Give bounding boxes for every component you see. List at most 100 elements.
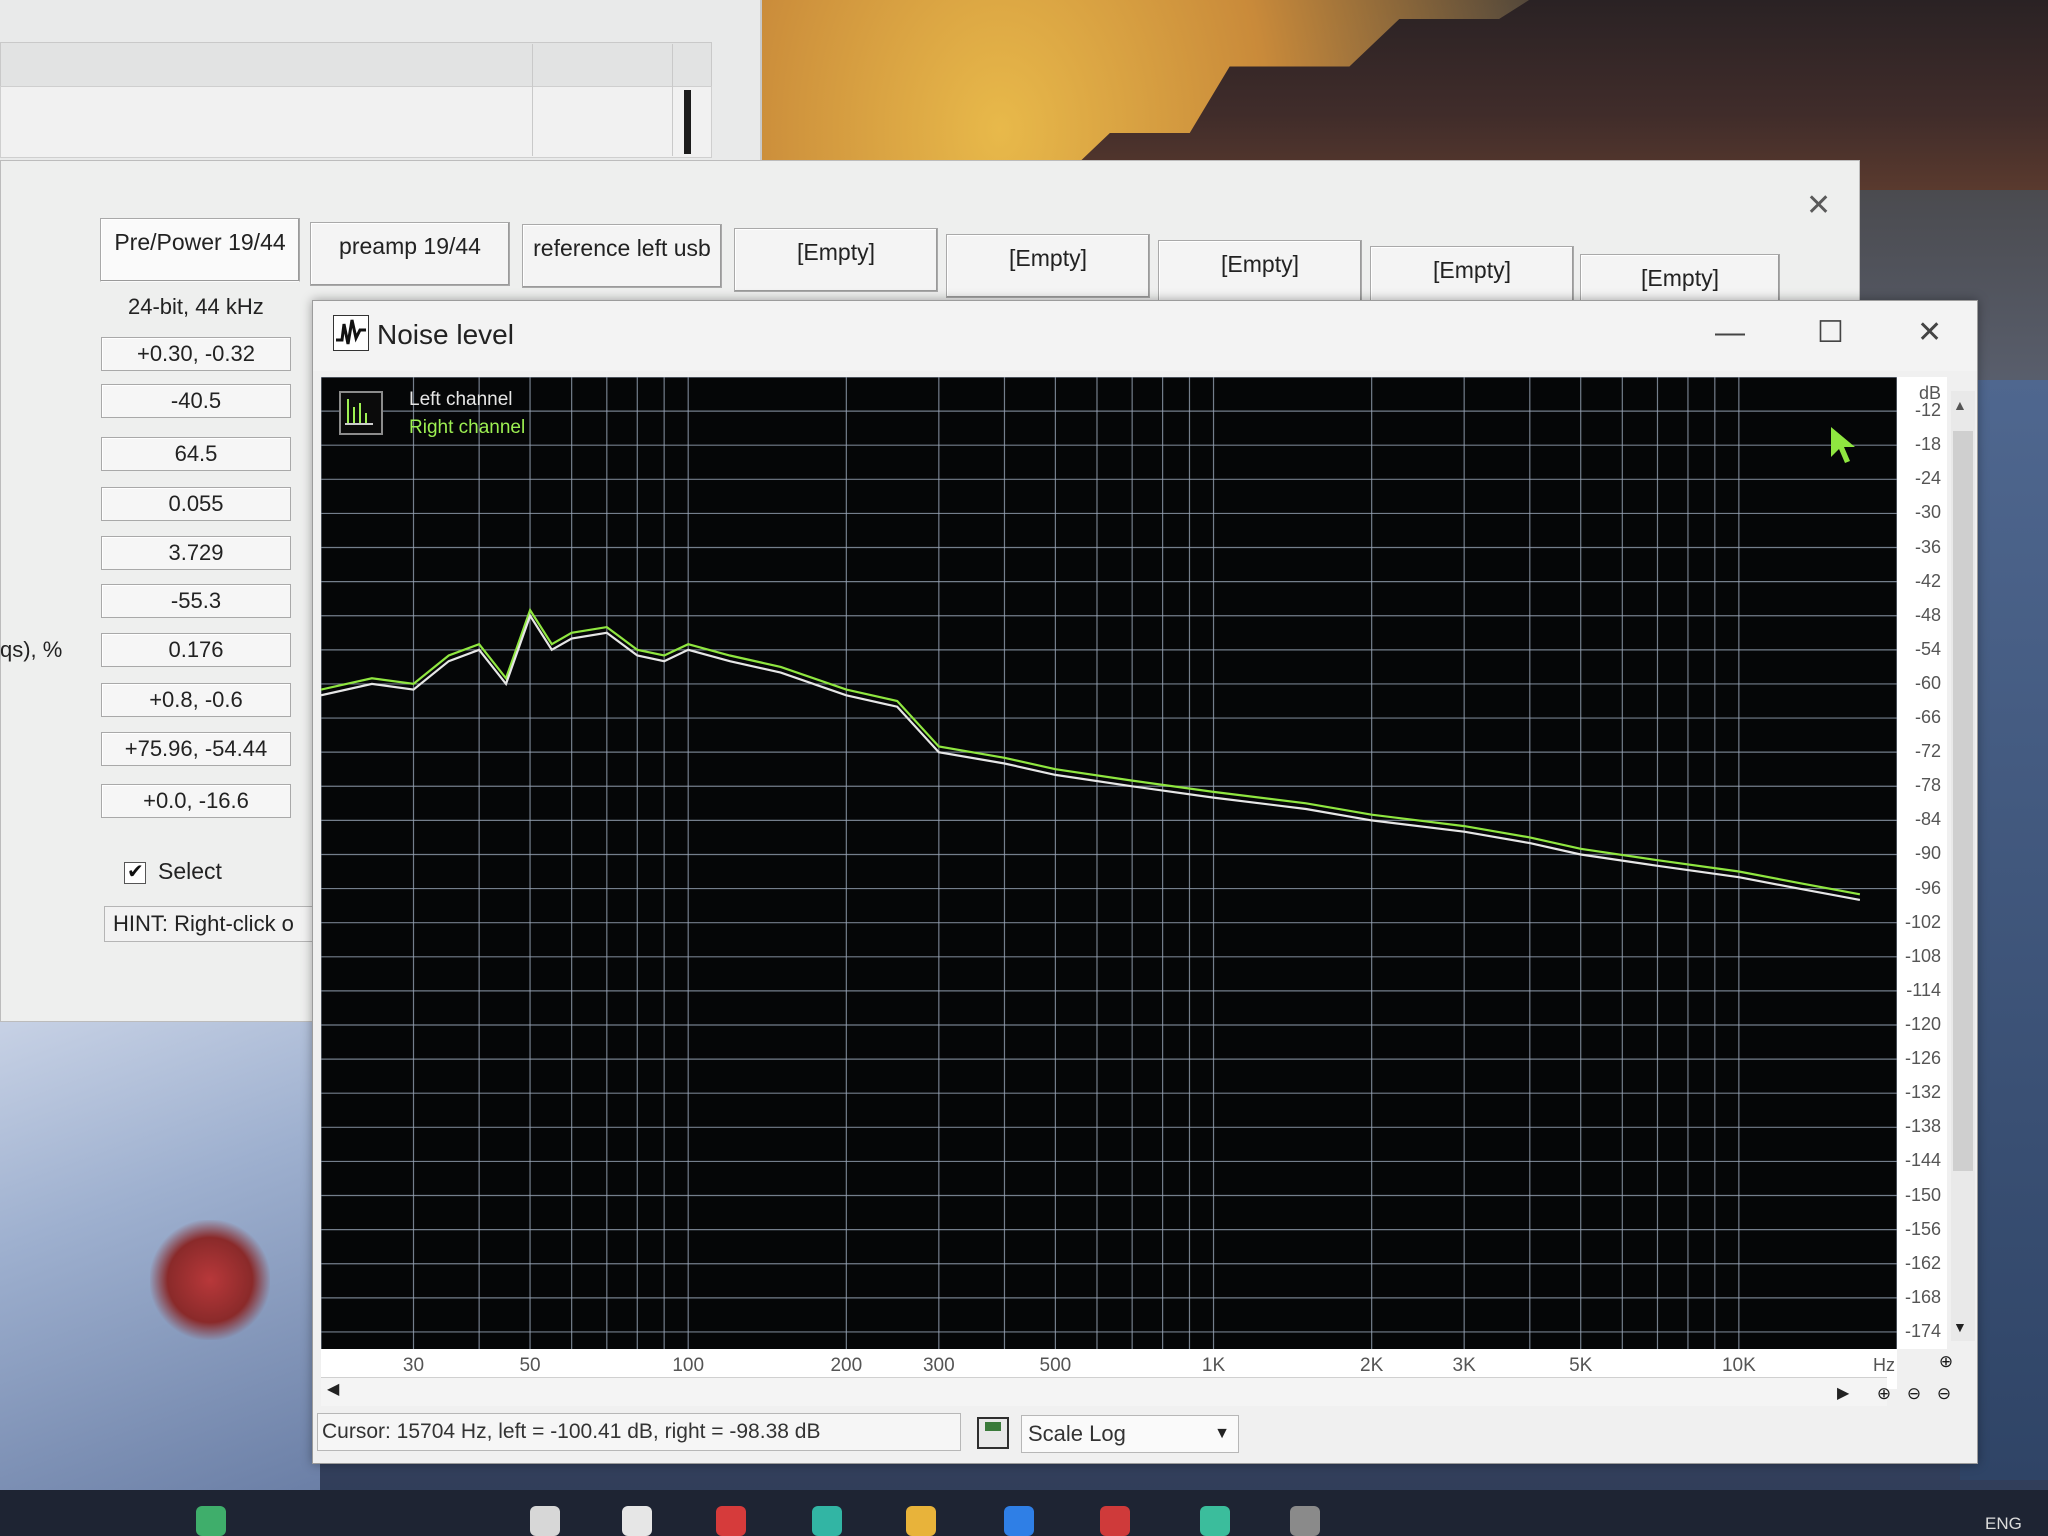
scroll-right-icon[interactable]: ▶ xyxy=(1837,1383,1849,1403)
checkbox-checked-icon[interactable] xyxy=(124,859,146,884)
tab-0[interactable]: Pre/Power 19/44 xyxy=(100,218,300,282)
column-divider xyxy=(532,44,533,156)
taskbar-app-icon[interactable] xyxy=(812,1506,842,1536)
background-row xyxy=(0,86,712,158)
y-tick-label: -30 xyxy=(1914,502,1941,523)
zoom-reset-icon[interactable]: ⊖ xyxy=(1933,1383,1955,1405)
scale-select[interactable]: Scale Log ▼ xyxy=(1021,1415,1239,1453)
cursor-readout: Cursor: 15704 Hz, left = -100.41 dB, rig… xyxy=(317,1413,961,1451)
y-tick-label: -132 xyxy=(1904,1082,1941,1103)
result-value: -55.3 xyxy=(101,584,291,618)
column-divider xyxy=(672,44,673,156)
x-tick-label: 10K xyxy=(1721,1355,1756,1376)
scrollbar-thumb[interactable] xyxy=(1953,431,1973,1171)
legend-left-channel: Left channel xyxy=(409,389,513,410)
y-tick-label: -144 xyxy=(1904,1150,1941,1171)
close-icon[interactable]: ✕ xyxy=(1917,315,1942,351)
taskbar-app-icon[interactable] xyxy=(1200,1506,1230,1536)
x-tick-label: 200 xyxy=(830,1355,863,1376)
y-tick-label: -174 xyxy=(1904,1320,1941,1341)
result-value: 64.5 xyxy=(101,437,291,471)
close-icon[interactable]: ✕ xyxy=(1806,191,1831,221)
result-value: 0.055 xyxy=(101,487,291,521)
result-value: 3.729 xyxy=(101,536,291,570)
tab-3[interactable]: [Empty] xyxy=(734,228,938,292)
x-tick-label: 300 xyxy=(922,1355,955,1376)
result-value: +0.30, -0.32 xyxy=(101,337,291,371)
mouse-pointer-icon xyxy=(1831,427,1855,463)
y-tick-label: -66 xyxy=(1914,707,1941,728)
x-tick-label: 5K xyxy=(1569,1355,1593,1376)
y-tick-label: -114 xyxy=(1906,979,1941,1000)
x-tick-label: 500 xyxy=(1039,1355,1072,1376)
scrollbar-thumb[interactable] xyxy=(684,90,691,154)
select-checkbox[interactable]: Select xyxy=(124,858,222,885)
zoom-in-icon[interactable]: ⊕ xyxy=(1935,1351,1957,1373)
scroll-left-icon[interactable]: ◀ xyxy=(327,1379,339,1399)
y-tick-label: -84 xyxy=(1914,809,1941,830)
y-tick-label: -54 xyxy=(1914,638,1941,659)
spectrum-plot[interactable]: Left channel Right channel xyxy=(321,377,1897,1349)
tab-1[interactable]: preamp 19/44 xyxy=(310,222,510,286)
y-tick-label: -156 xyxy=(1904,1218,1941,1239)
y-tick-label: -36 xyxy=(1914,536,1941,557)
result-value: 0.176 xyxy=(101,633,291,667)
taskbar-app-icon[interactable] xyxy=(1290,1506,1320,1536)
y-tick-label: -120 xyxy=(1904,1014,1941,1034)
scale-value: Log xyxy=(1089,1421,1126,1446)
format-label: 24-bit, 44 kHz xyxy=(128,294,264,319)
taskbar-app-icon[interactable] xyxy=(1004,1506,1034,1536)
series-line-left-channel xyxy=(321,613,1861,901)
tab-5[interactable]: [Empty] xyxy=(1158,240,1362,304)
x-tick-label: 50 xyxy=(519,1355,541,1376)
y-tick-label: -138 xyxy=(1904,1116,1941,1137)
scroll-up-icon[interactable]: ▲ xyxy=(1953,397,1967,413)
taskbar-app-icon[interactable] xyxy=(1100,1506,1130,1536)
y-tick-label: -90 xyxy=(1914,843,1941,864)
legend-right-channel: Right channel xyxy=(409,417,526,438)
save-icon[interactable] xyxy=(977,1417,1009,1449)
zoom-out-x-icon[interactable]: ⊖ xyxy=(1903,1383,1925,1405)
y-tick-label: -126 xyxy=(1904,1048,1941,1069)
result-value: +0.0, -16.6 xyxy=(101,784,291,818)
tab-4[interactable]: [Empty] xyxy=(946,234,1150,298)
maximize-icon[interactable]: ☐ xyxy=(1817,315,1844,351)
minimize-icon[interactable]: — xyxy=(1715,315,1745,351)
spectrum-chart[interactable] xyxy=(321,377,1897,1349)
zoom-in-x-icon[interactable]: ⊕ xyxy=(1873,1383,1895,1405)
result-value: +0.8, -0.6 xyxy=(101,683,291,717)
taskbar-app-icon[interactable] xyxy=(716,1506,746,1536)
taskbar xyxy=(0,1490,2048,1536)
taskbar-app-icon[interactable] xyxy=(906,1506,936,1536)
y-tick-label: -162 xyxy=(1904,1252,1941,1273)
y-tick-label: -12 xyxy=(1914,400,1941,421)
scale-label: Scale xyxy=(1028,1421,1084,1446)
window-title: Noise level xyxy=(377,319,514,350)
scroll-down-icon[interactable]: ▼ xyxy=(1953,1319,1967,1335)
y-tick-label: -60 xyxy=(1914,672,1941,693)
spectrum-app-icon xyxy=(333,315,369,351)
y-tick-label: -96 xyxy=(1914,877,1941,898)
taskbar-app-icon[interactable] xyxy=(530,1506,560,1536)
legend-chart-icon[interactable] xyxy=(339,391,383,435)
language-indicator[interactable]: ENG xyxy=(1985,1514,2022,1534)
y-tick-label: -102 xyxy=(1904,911,1941,932)
x-tick-label: 3K xyxy=(1452,1355,1476,1376)
dropdown-arrow-icon[interactable]: ▼ xyxy=(1214,1416,1230,1452)
row-label-fragment: qs), % xyxy=(0,637,63,662)
db-axis: dB -12 -18 -24 -30 -36 -42 -48 -54 -60 -66 -72 -78-… xyxy=(1897,377,1947,1349)
y-tick-label: -18 xyxy=(1914,434,1941,455)
hint-text: HINT: Right-click o xyxy=(104,906,314,942)
tab-2[interactable]: reference left usb xyxy=(522,224,722,288)
x-tick-label: 1K xyxy=(1201,1355,1226,1376)
taskbar-app-icon[interactable] xyxy=(622,1506,652,1536)
result-value: +75.96, -54.44 xyxy=(101,732,291,766)
vertical-scrollbar[interactable] xyxy=(1951,391,1975,1341)
result-value: -40.5 xyxy=(101,384,291,418)
taskbar-app-icon[interactable] xyxy=(196,1506,226,1536)
horizontal-scrollbar[interactable] xyxy=(321,1377,1887,1406)
background-row xyxy=(0,42,712,88)
hz-unit-label: Hz xyxy=(1873,1355,1895,1375)
y-tick-label: -72 xyxy=(1914,741,1941,762)
background-window xyxy=(0,0,762,165)
